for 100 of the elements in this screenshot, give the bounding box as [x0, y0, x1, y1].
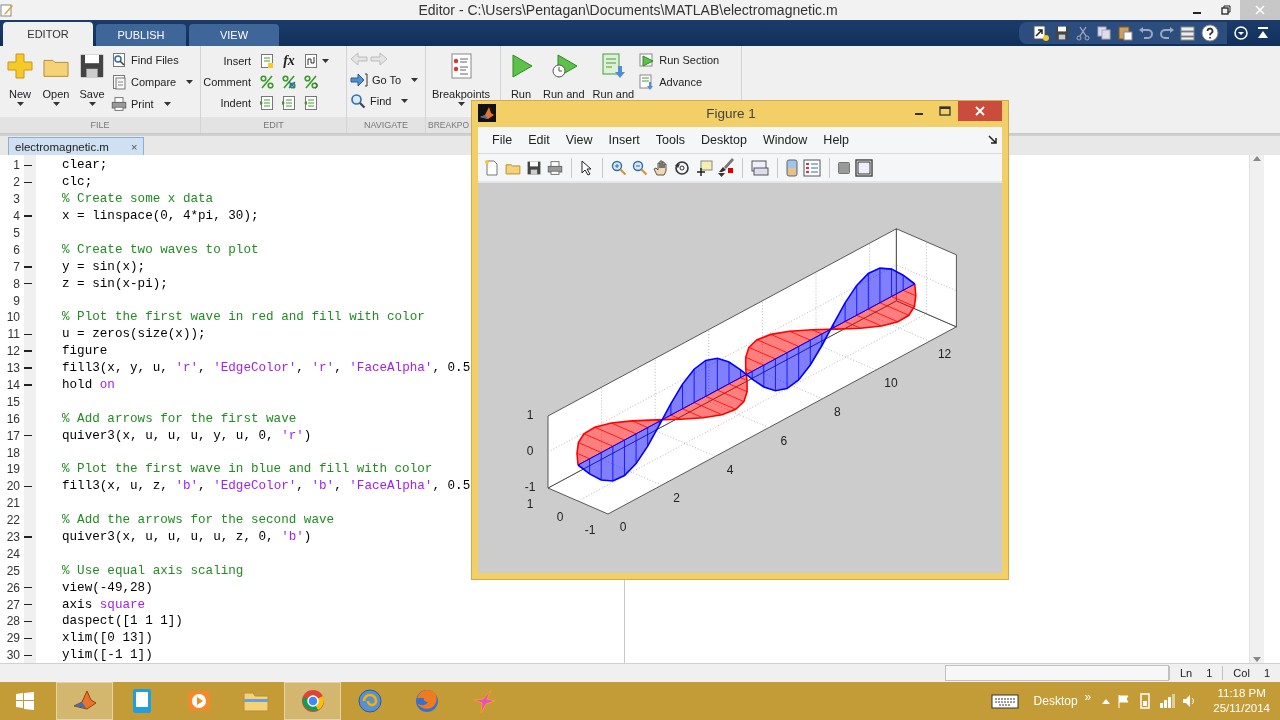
windows-logo-icon[interactable]	[15, 691, 35, 711]
collapse-ribbon-icon[interactable]	[1256, 26, 1270, 40]
scrollbar[interactable]	[1249, 155, 1264, 663]
cut-icon[interactable]	[1075, 25, 1091, 41]
power-plug-icon[interactable]	[1138, 693, 1153, 709]
close-tab-button[interactable]: ×	[130, 140, 138, 153]
menu-item[interactable]: Tools	[647, 129, 694, 151]
ribbon-button[interactable]: Find	[350, 92, 419, 110]
compare-pages-icon[interactable]	[111, 74, 127, 90]
line-number: 24	[5, 546, 20, 561]
ribbon-button[interactable]: Run	[504, 50, 538, 102]
insert-function-button[interactable]: fx	[278, 53, 300, 69]
help-icon[interactable]	[1201, 24, 1219, 42]
ribbon-button[interactable]: Run and	[589, 50, 638, 102]
tick-label: 6	[780, 433, 788, 448]
code-line: view(-49,28)	[62, 580, 153, 595]
ribbon-button[interactable]: Run Section	[639, 51, 720, 69]
maximize-icon[interactable]	[939, 106, 951, 116]
printer-icon[interactable]	[547, 159, 563, 176]
undo-icon[interactable]	[1138, 25, 1154, 41]
menu-item[interactable]: File	[484, 129, 521, 151]
ball-icon[interactable]	[299, 688, 326, 714]
menu-item[interactable]: Desktop	[693, 129, 755, 151]
executable-line-mark	[23, 181, 32, 184]
code-line: xlim([0 13])	[62, 631, 153, 646]
line-number: 11	[6, 327, 20, 342]
zoom-in-icon[interactable]	[611, 159, 627, 176]
ribbon-button[interactable]: Breakpoints	[429, 50, 494, 108]
ribbon-button[interactable]: Save	[75, 50, 109, 108]
tab-label: electromagnetic.m	[15, 140, 109, 153]
dock-arrow-icon[interactable]	[988, 135, 998, 145]
restore-icon[interactable]	[1220, 5, 1231, 15]
data-cursor-icon[interactable]	[695, 159, 713, 176]
ribbon-button[interactable]: Advance	[639, 73, 720, 91]
taskbar-app-button[interactable]	[284, 682, 341, 720]
redo-icon[interactable]	[1159, 25, 1175, 41]
ribbon-button[interactable]: Comment	[204, 76, 256, 88]
menu-item[interactable]: Edit	[520, 129, 558, 151]
line-number: 28	[5, 614, 20, 629]
close-icon[interactable]	[975, 106, 985, 116]
ribbon-button[interactable]: Go To	[350, 71, 419, 89]
executable-line-mark	[23, 434, 32, 437]
swirl-icon[interactable]	[356, 688, 383, 714]
dropdown-circle-icon[interactable]	[1234, 26, 1248, 40]
signal-bars-icon[interactable]	[1159, 694, 1176, 708]
search-icon[interactable]	[350, 93, 366, 109]
code-line: u = zeros(size(x));	[62, 327, 206, 342]
ribbon-button[interactable]: Print	[111, 95, 194, 113]
colorbar-icon[interactable]	[786, 158, 798, 177]
pointer-icon[interactable]	[580, 159, 594, 176]
tablet-icon[interactable]	[130, 688, 153, 714]
play-icon[interactable]	[185, 688, 212, 714]
copy-icon[interactable]	[1096, 25, 1112, 41]
brush-icon[interactable]	[718, 156, 734, 173]
paste-icon[interactable]	[1117, 25, 1133, 41]
shortcut-icon[interactable]	[1033, 25, 1049, 41]
section-run-icon[interactable]	[639, 52, 656, 68]
show-hidden-icons-icon[interactable]	[1102, 698, 1111, 704]
printer-icon[interactable]	[111, 96, 127, 112]
advance-icon[interactable]	[639, 74, 656, 90]
speaker-icon[interactable]	[1182, 694, 1197, 708]
linked-plot-icon[interactable]	[751, 159, 769, 176]
code-line: % Create some x data	[62, 192, 214, 207]
ribbon-tab[interactable]: VIEW	[189, 24, 279, 46]
play-clock-icon[interactable]	[549, 52, 578, 80]
ribbon-button[interactable]: Indent	[204, 97, 256, 109]
caret-icon	[411, 78, 419, 82]
line-number: 10	[5, 310, 20, 325]
taskbar-app-button[interactable]	[56, 682, 113, 720]
hand-icon[interactable]	[653, 159, 669, 176]
ribbon-button[interactable]: Open	[39, 50, 73, 108]
executable-line-mark	[23, 536, 32, 538]
ribbon-tab[interactable]: PUBLISH	[96, 24, 186, 46]
menu-item[interactable]: Window	[754, 129, 816, 151]
line-number: 3	[12, 192, 20, 207]
go-to-arrow-icon[interactable]	[350, 72, 368, 88]
code-line: % Plot the first wave in red and fill with color	[62, 310, 425, 325]
window-title: Editor - C:\Users\Pentagan\Documents\MATLAB\electromagnetic.m	[417, 2, 839, 18]
rotate-icon[interactable]	[674, 159, 690, 176]
ribbon-button[interactable]: New	[3, 50, 37, 108]
ribbon-button[interactable]: Insert	[204, 55, 256, 67]
legend-icon[interactable]	[803, 158, 821, 177]
ribbon-tab[interactable]: EDITOR	[3, 22, 93, 46]
plot-browser-icon[interactable]	[855, 158, 873, 177]
ribbon-button[interactable]: Compare	[111, 73, 194, 91]
keyboard-icon[interactable]	[990, 693, 1019, 709]
flag-icon[interactable]	[1117, 694, 1132, 708]
menu-item[interactable]: Help	[815, 129, 858, 151]
tick-label: 1	[526, 497, 534, 512]
close-button[interactable]	[958, 101, 1002, 121]
menu-item[interactable]: View	[557, 129, 601, 151]
zoom-out-icon[interactable]	[632, 159, 648, 176]
ribbon-button[interactable]: Find Files	[111, 51, 194, 69]
windows-stack-icon[interactable]	[1180, 25, 1196, 41]
line-number: 15	[5, 394, 20, 409]
menu-item[interactable]: Insert	[600, 129, 648, 151]
find-files-icon[interactable]	[111, 52, 127, 68]
document-tab[interactable]: electromagnetic.m ×	[8, 137, 145, 155]
page-arrow-icon[interactable]	[599, 52, 628, 80]
square-icon[interactable]	[838, 161, 850, 174]
